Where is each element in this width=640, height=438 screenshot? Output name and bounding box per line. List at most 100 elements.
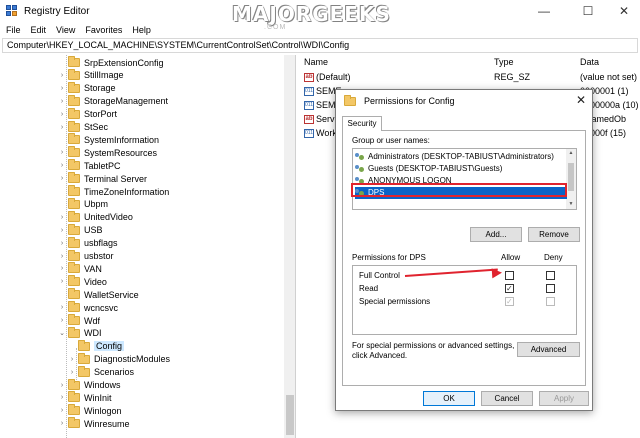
tree-item[interactable]: › Terminal Server <box>58 172 147 185</box>
tree-item[interactable]: › Storage <box>58 81 116 95</box>
user-list-scrollbar[interactable]: ▲ ▼ <box>566 149 576 209</box>
tree-item-label: USB <box>84 225 103 236</box>
tree-item[interactable]: › Windows <box>58 378 121 392</box>
tree-item[interactable]: › SystemResources <box>58 146 157 159</box>
chevron-icon[interactable]: › <box>58 214 66 221</box>
tree-item[interactable]: › wcncsvc <box>58 301 118 314</box>
tree-item-label: SrpExtensionConfig <box>84 57 164 68</box>
tree-scrollbar[interactable] <box>284 55 295 438</box>
chevron-icon[interactable]: › <box>58 72 66 79</box>
value-row[interactable]: ab (Default) <box>304 71 351 84</box>
chevron-icon[interactable]: › <box>58 394 66 401</box>
value-row[interactable]: 011 Work <box>304 127 337 140</box>
allow-checkbox[interactable] <box>505 271 514 280</box>
tree-item[interactable]: SrpExtensionConfig <box>58 56 164 69</box>
tree-item[interactable]: Ubpm <box>58 197 109 211</box>
chevron-icon[interactable]: › <box>58 85 66 92</box>
scroll-down-icon[interactable]: ▼ <box>566 201 576 207</box>
ok-button[interactable]: OK <box>423 391 475 406</box>
tree-item[interactable]: SystemInformation <box>58 133 159 146</box>
menu-file[interactable]: File <box>6 25 21 35</box>
user-list-item[interactable]: Administrators (DESKTOP-TABIUST\Administ… <box>355 151 560 163</box>
tree-item[interactable]: › Winresume <box>58 417 130 430</box>
cancel-button[interactable]: Cancel <box>481 391 533 406</box>
tree-item[interactable]: › WinInit <box>58 391 112 404</box>
tree-item[interactable]: › StillImage <box>58 68 124 82</box>
deny-checkbox[interactable] <box>546 271 555 280</box>
tree-item[interactable]: › StorPort <box>58 107 118 121</box>
menu-edit[interactable]: Edit <box>31 25 47 35</box>
menu-help[interactable]: Help <box>132 25 151 35</box>
chevron-icon[interactable]: › <box>68 369 76 376</box>
tree-item[interactable]: › DiagnosticModules <box>68 352 170 366</box>
value-row[interactable]: ab Serv <box>304 113 335 126</box>
advanced-button[interactable]: Advanced <box>517 342 580 357</box>
dps-highlight-box <box>351 183 567 197</box>
tree-item[interactable]: Config <box>68 339 125 353</box>
registry-tree[interactable]: SrpExtensionConfig › StillImage › Storage › St… <box>0 55 296 438</box>
chevron-icon[interactable]: › <box>58 227 66 234</box>
folder-icon <box>68 210 80 222</box>
apply-button[interactable]: Apply <box>539 391 589 406</box>
tree-item[interactable]: › Winlogon <box>58 404 122 417</box>
tree-item[interactable]: WalletService <box>58 288 139 301</box>
close-button[interactable]: ✕ <box>608 0 640 22</box>
chevron-icon[interactable]: › <box>58 175 66 182</box>
chevron-icon[interactable]: › <box>58 265 66 272</box>
add-button[interactable]: Add... <box>470 227 522 242</box>
user-list-scrollbar-thumb[interactable] <box>568 163 574 191</box>
chevron-icon[interactable]: › <box>58 407 66 414</box>
column-data[interactable]: Data <box>580 55 599 69</box>
user-list-item[interactable]: Guests (DESKTOP-TABIUST\Guests) <box>355 163 560 175</box>
dialog-title: Permissions for Config <box>364 96 455 106</box>
tree-scrollbar-thumb[interactable] <box>286 395 294 435</box>
chevron-icon[interactable]: › <box>58 304 66 311</box>
chevron-icon[interactable]: › <box>58 382 66 389</box>
chevron-icon[interactable]: › <box>58 278 66 285</box>
chevron-icon[interactable]: › <box>58 111 66 118</box>
tree-item-label: Ubpm <box>84 199 109 210</box>
chevron-icon[interactable]: › <box>58 98 66 105</box>
tree-item[interactable]: › StSec <box>58 120 108 134</box>
tree-item[interactable]: › VAN <box>58 262 102 275</box>
folder-icon <box>78 339 90 351</box>
tab-security[interactable]: Security <box>342 116 382 131</box>
chevron-icon[interactable]: › <box>58 162 66 169</box>
chevron-icon[interactable]: › <box>68 356 76 363</box>
dialog-close-button[interactable]: ✕ <box>576 93 586 107</box>
tree-item-label: StorPort <box>84 109 118 120</box>
allow-checkbox[interactable] <box>505 284 514 293</box>
tree-item[interactable]: › usbstor <box>58 249 114 263</box>
chevron-icon[interactable]: › <box>58 420 66 427</box>
menu-favorites[interactable]: Favorites <box>85 25 122 35</box>
chevron-icon[interactable]: › <box>58 253 66 260</box>
folder-icon <box>68 120 80 132</box>
tree-item[interactable]: › UnitedVideo <box>58 210 133 224</box>
tree-item[interactable]: › Scenarios <box>68 365 134 379</box>
tree-item[interactable]: ⌄ WDI <box>58 326 102 340</box>
column-name[interactable]: Name <box>304 55 328 69</box>
chevron-icon[interactable]: › <box>58 124 66 131</box>
deny-checkbox[interactable] <box>546 284 555 293</box>
chevron-icon[interactable]: › <box>58 149 66 156</box>
menu-view[interactable]: View <box>56 25 75 35</box>
tree-item[interactable]: › Video <box>58 275 107 288</box>
tree-item[interactable]: TimeZoneInformation <box>58 185 169 198</box>
tree-item-label: UnitedVideo <box>84 212 133 223</box>
chevron-icon[interactable]: ⌄ <box>58 329 66 337</box>
chevron-icon[interactable]: › <box>58 240 66 247</box>
tree-item[interactable]: › StorageManagement <box>58 94 168 108</box>
maximize-button[interactable]: ☐ <box>572 0 604 22</box>
column-type[interactable]: Type <box>494 55 514 69</box>
user-list[interactable]: ▲ ▼ Administrators (DESKTOP-TABIUST\Admi… <box>352 148 577 210</box>
tree-item[interactable]: › USB <box>58 223 103 237</box>
chevron-icon[interactable]: › <box>58 317 66 324</box>
address-bar[interactable]: Computer\HKEY_LOCAL_MACHINE\SYSTEM\Curre… <box>2 38 638 53</box>
scroll-up-icon[interactable]: ▲ <box>566 150 576 156</box>
tree-item[interactable]: › Wdf <box>58 314 100 327</box>
tree-item-label: WalletService <box>84 289 139 300</box>
tree-item[interactable]: › TabletPC <box>58 159 121 172</box>
remove-button[interactable]: Remove <box>528 227 580 242</box>
tree-item[interactable]: › usbflags <box>58 236 118 250</box>
minimize-button[interactable]: — <box>528 0 560 22</box>
